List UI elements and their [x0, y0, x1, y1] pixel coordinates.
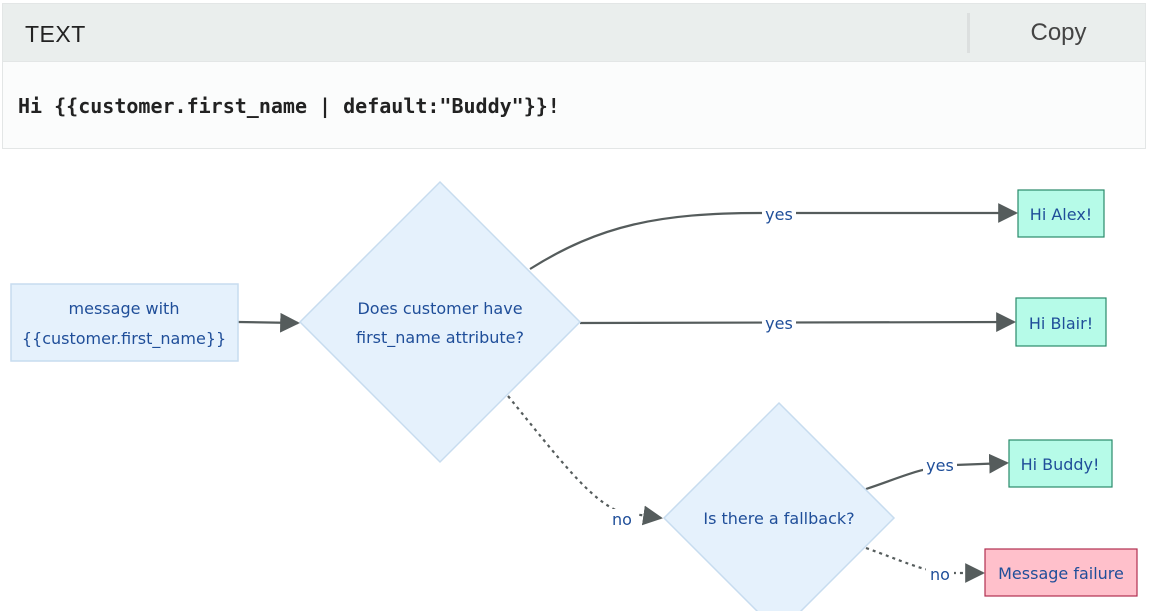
start-node-line2: {{customer.first_name}}: [22, 329, 226, 349]
decision-first-name-line2: first_name attribute?: [356, 328, 524, 348]
edge-label-yes-alex: yes: [765, 205, 793, 224]
decision-fallback: [662, 401, 896, 611]
decision-first-name-line1: Does customer have: [357, 299, 522, 318]
edge-fallback-to-failure: [865, 546, 985, 583]
edge-label-no-failure: no: [930, 565, 950, 584]
start-node: [10, 283, 239, 362]
decision-first-name: [298, 180, 582, 464]
outcome-hi-blair-label: Hi Blair!: [1029, 314, 1093, 333]
edge-start-to-decision: [237, 312, 300, 333]
edge-label-no-fallback: no: [612, 510, 632, 529]
outcome-hi-alex-label: Hi Alex!: [1030, 205, 1092, 224]
edge-decision-to-fallback: [507, 395, 663, 526]
outcome-message-failure-label: Message failure: [998, 564, 1124, 583]
edge-decision-to-blair: [579, 312, 1016, 332]
decision-fallback-label: Is there a fallback?: [703, 509, 854, 528]
start-node-line1: message with: [69, 299, 180, 318]
flowchart: message with {{customer.first_name}} Doe…: [10, 180, 1138, 611]
edge-label-yes-buddy: yes: [926, 456, 954, 475]
edge-label-yes-blair: yes: [765, 314, 793, 333]
outcome-hi-buddy-label: Hi Buddy!: [1021, 455, 1100, 474]
